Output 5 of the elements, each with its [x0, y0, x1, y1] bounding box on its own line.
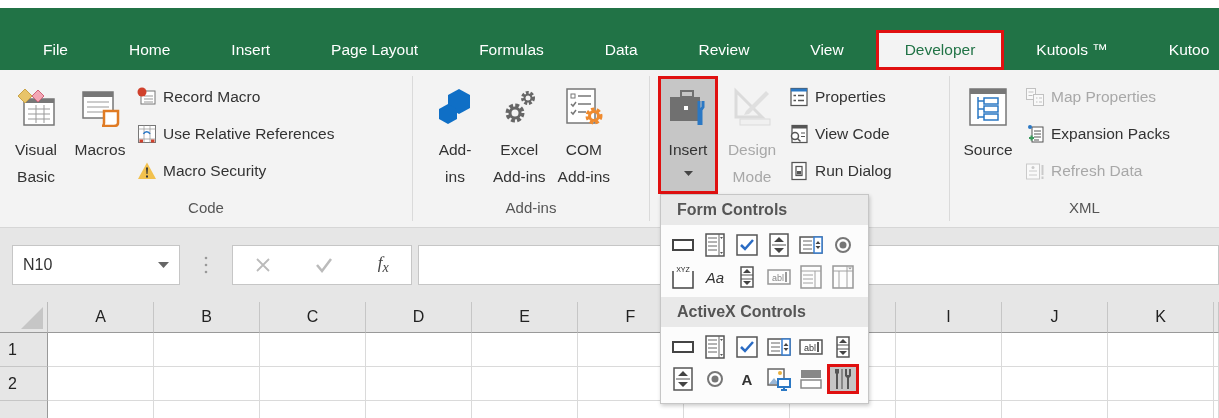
- menu-section-header: Form Controls: [661, 195, 868, 225]
- group-label: Code: [187, 198, 225, 218]
- menu-section-header: ActiveX Controls: [661, 297, 868, 327]
- group-label: XML: [1068, 198, 1101, 218]
- group-label: Add-ins: [504, 198, 558, 218]
